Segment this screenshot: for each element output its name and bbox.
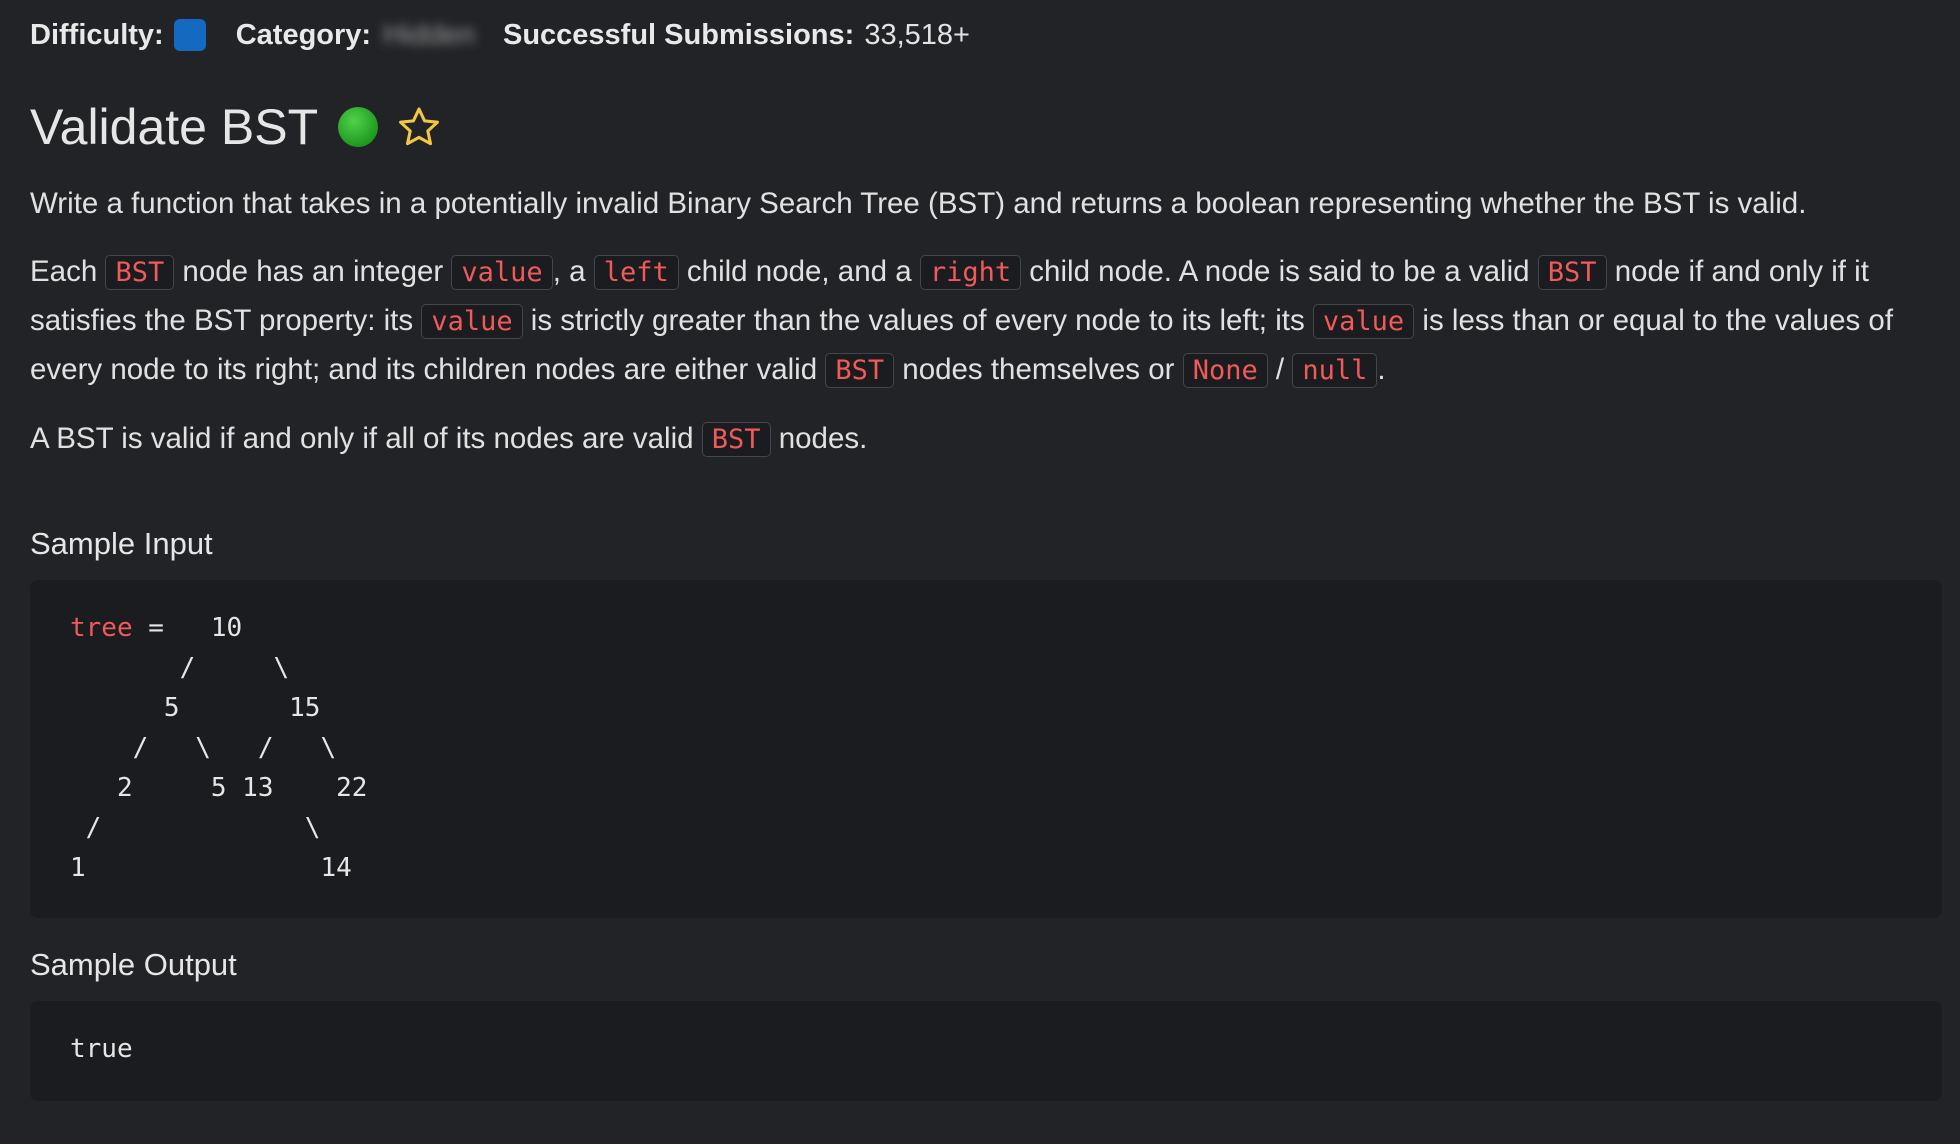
code-none: None	[1182, 353, 1268, 388]
text-run: is strictly greater than the values of e…	[522, 304, 1313, 337]
sample-output-heading: Sample Output	[30, 947, 237, 982]
star-icon[interactable]	[396, 104, 442, 150]
code-value: value	[421, 304, 523, 339]
submissions-count: 33,518+	[864, 18, 970, 51]
completed-status-dot	[338, 107, 379, 147]
sample-output-code-block: true	[30, 1001, 1942, 1101]
text-run: nodes themselves or	[894, 353, 1183, 386]
code-value: value	[1312, 304, 1415, 339]
text-run: A BST is valid if and only if all of its…	[30, 422, 702, 455]
sample-input-code-block: tree = 10 / \ 5 15 / \ / \ 2 5 13 22 / \…	[30, 580, 1942, 918]
sample-input-code: tree = 10 / \ 5 15 / \ / \ 2 5 13 22 / \…	[70, 608, 367, 888]
code-null: null	[1292, 353, 1378, 388]
page-title: Validate BST	[30, 99, 319, 155]
code-bst: BST	[701, 422, 771, 457]
description-paragraph-1: Write a function that takes in a potenti…	[30, 187, 1807, 220]
sample-input-heading: Sample Input	[30, 526, 213, 561]
code-left: left	[593, 255, 679, 290]
category-label: Category:	[235, 18, 372, 51]
text-run: child node, and a	[678, 255, 920, 288]
description-paragraph-3: A BST is valid if and only if all of its…	[30, 415, 1940, 464]
code-bst: BST	[105, 255, 175, 290]
text-run: /	[1267, 353, 1293, 386]
code-bst: BST	[825, 353, 895, 388]
code-bst: BST	[1537, 255, 1607, 290]
tree-diagram-text: = 10 / \ 5 15 / \ / \ 2 5 13 22 / \ 1 14	[70, 613, 368, 883]
sample-output-code: true	[70, 1034, 133, 1064]
submissions-label: Successful Submissions:	[502, 18, 855, 51]
code-right: right	[919, 255, 1022, 290]
difficulty-label: Difficulty:	[30, 18, 164, 51]
text-run: Each	[30, 255, 106, 288]
code-value: value	[451, 255, 553, 290]
difficulty-indicator	[173, 19, 206, 51]
text-run: node has an integer	[174, 255, 452, 288]
text-run: .	[1377, 353, 1386, 386]
problem-meta-bar: Difficulty: Category: Hidden Successful …	[30, 12, 970, 58]
category-value: Hidden	[383, 18, 475, 51]
description-paragraph-2: Each BST node has an integer value, a le…	[30, 248, 1940, 395]
text-run: child node. A node is said to be a valid	[1021, 255, 1538, 288]
text-run: nodes.	[770, 422, 868, 455]
title-row: Validate BST	[30, 92, 442, 162]
text-run: , a	[552, 255, 594, 288]
problem-description: Write a function that takes in a potenti…	[30, 180, 1940, 484]
tree-variable: tree	[70, 613, 133, 643]
